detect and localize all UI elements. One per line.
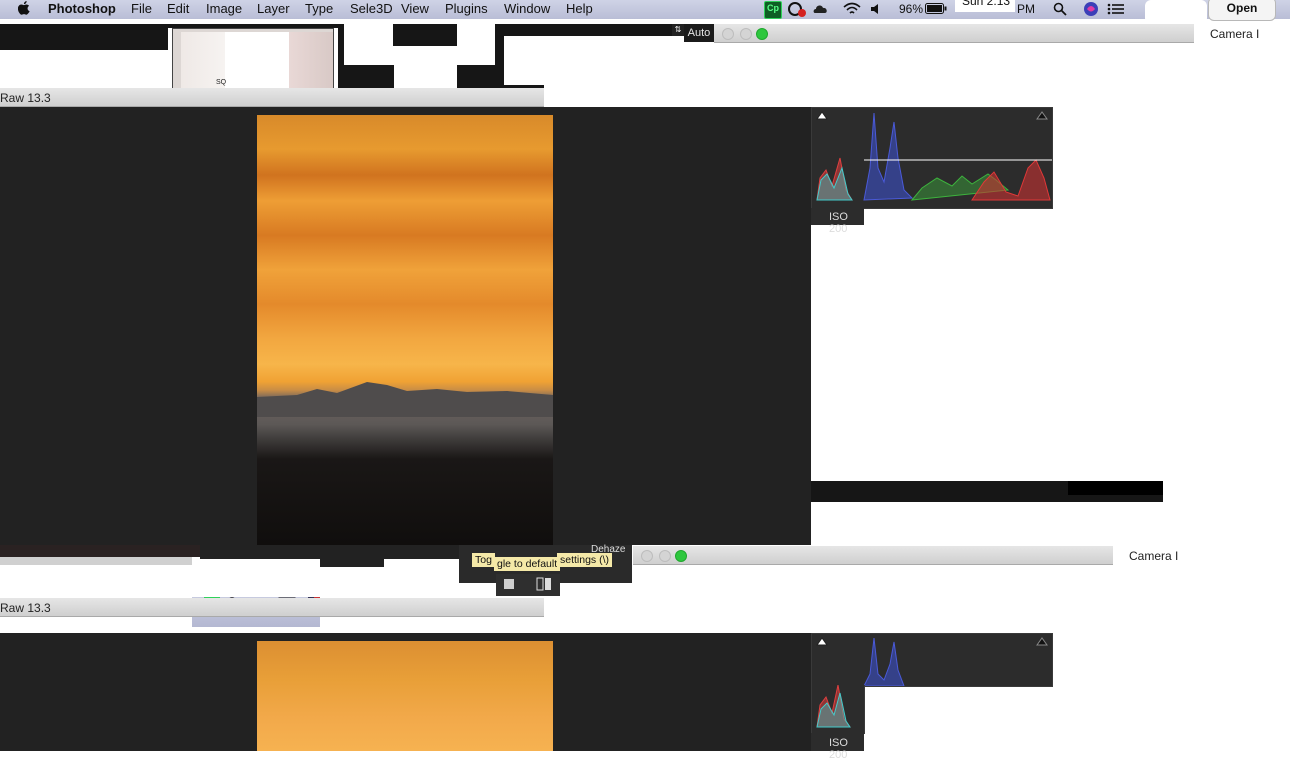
volume-icon[interactable]	[870, 2, 882, 16]
menubar-fragment-overlay	[192, 597, 320, 627]
battery-percent: 96%	[899, 2, 924, 16]
camera-raw-titlebar-left-top[interactable]: Raw 13.3	[0, 88, 544, 107]
camera-raw-title-right-mid: Camera I	[1113, 546, 1179, 564]
shadow-clip-warning-icon[interactable]	[816, 110, 828, 122]
toolbar-strip	[0, 24, 168, 50]
canvas-bottom-edge-2	[320, 559, 384, 567]
toolbar-block-d	[495, 24, 504, 66]
highlight-clip-warning-icon[interactable]	[1036, 636, 1048, 648]
panel-strip-dark	[1068, 481, 1163, 495]
close-button[interactable]	[641, 550, 653, 562]
before-after-view-icon[interactable]	[536, 577, 552, 591]
sunset-photo-preview-bottom[interactable]	[257, 641, 553, 751]
creative-cloud-sync-icon[interactable]	[787, 1, 807, 17]
dehaze-label: Dehaze	[591, 544, 626, 555]
histogram-top	[811, 107, 1053, 209]
histogram-bottom-left	[811, 685, 865, 734]
menu-select-3d[interactable]: Sele3D	[350, 1, 393, 16]
menu-bar: Photoshop File Edit Image Layer Type Sel…	[0, 0, 1290, 19]
thumbnail-label: SQ	[216, 79, 227, 86]
apple-icon[interactable]	[18, 1, 30, 15]
zoom-button[interactable]	[756, 28, 768, 40]
toolbar-block-e	[504, 24, 672, 36]
tooltip-part-1: Tog	[472, 553, 495, 567]
app-menu-photoshop[interactable]: Photoshop	[48, 1, 116, 16]
menu-plugins[interactable]: Plugins	[445, 1, 488, 16]
menu-type[interactable]: Type	[305, 1, 333, 16]
menu-layer[interactable]: Layer	[257, 1, 290, 16]
shadow-clip-warning-icon[interactable]	[816, 636, 828, 648]
view-toggle-group	[496, 574, 560, 596]
histogram-toggle-icon[interactable]: ⇅	[672, 24, 684, 36]
open-button[interactable]: Open	[1208, 0, 1276, 21]
minimize-button[interactable]	[740, 28, 752, 40]
hills-silhouette	[257, 382, 553, 417]
iso-text: ISO 200	[829, 737, 848, 761]
histogram-graph	[816, 112, 1052, 201]
menu-edit[interactable]: Edit	[167, 1, 189, 16]
zoom-button[interactable]	[675, 550, 687, 562]
histogram-bottom	[811, 633, 1053, 687]
camera-raw-title-text: Camera I	[1210, 27, 1260, 41]
single-view-icon[interactable]	[504, 579, 514, 589]
filmstrip-fragment	[0, 545, 200, 557]
histogram-graph	[863, 637, 905, 686]
auto-button[interactable]: Auto	[684, 24, 714, 42]
highlight-clip-warning-icon[interactable]	[1036, 110, 1048, 122]
adobe-cloud-icon[interactable]	[812, 1, 830, 17]
minimize-button[interactable]	[659, 550, 671, 562]
camera-raw-title-text: Camera I	[1129, 549, 1179, 563]
toolbar-block-c	[457, 65, 504, 90]
clock-text[interactable]: Sun 2:13	[962, 0, 1010, 8]
battery-icon[interactable]	[925, 3, 947, 14]
camera-raw-version-text: Raw 13.3	[0, 91, 51, 105]
close-button[interactable]	[722, 28, 734, 40]
iso-text: ISO 200	[829, 211, 848, 235]
camera-raw-titlebar-top[interactable]	[714, 24, 1194, 43]
toolbar-block-b	[393, 24, 457, 46]
menu-image[interactable]: Image	[206, 1, 242, 16]
menu-view[interactable]: View	[401, 1, 429, 16]
camera-raw-title-right-top: Camera I	[1194, 24, 1260, 42]
filmstrip-edge	[0, 557, 192, 565]
menu-file[interactable]: File	[131, 1, 152, 16]
iso-readout-top: ISO 200	[811, 208, 864, 235]
camera-raw-version-text: Raw 13.3	[0, 601, 51, 615]
sunset-photo-preview[interactable]	[257, 115, 553, 545]
copilot-icon[interactable]: Cp	[764, 1, 782, 19]
thumbnail-page	[225, 32, 289, 88]
tooltip-part-3: settings (\)	[557, 553, 613, 567]
tooltip-part-2: gle to default	[494, 557, 561, 571]
notification-center-icon[interactable]	[1107, 3, 1125, 15]
menu-window[interactable]: Window	[504, 1, 550, 16]
siri-icon[interactable]	[1083, 1, 1099, 17]
wifi-icon[interactable]	[843, 1, 861, 17]
spotlight-search-icon[interactable]	[1053, 2, 1067, 16]
thumbnail-right	[289, 32, 333, 88]
histogram-graph	[816, 685, 851, 728]
iso-readout-bottom: ISO 200	[811, 733, 864, 761]
toolbar-block-a	[344, 65, 394, 90]
camera-raw-titlebar-mid[interactable]	[633, 546, 1113, 565]
document-thumbnail[interactable]: SQ	[172, 28, 334, 92]
menu-help[interactable]: Help	[566, 1, 593, 16]
dialog-corner	[1145, 0, 1207, 24]
canvas-bottom-edge	[200, 545, 459, 559]
clock-suffix: PM	[1017, 2, 1035, 16]
